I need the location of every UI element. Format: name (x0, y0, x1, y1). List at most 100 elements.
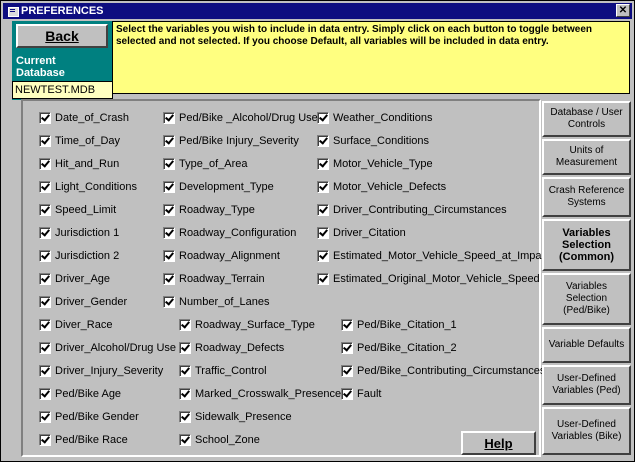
variable-checkbox[interactable]: Sidewalk_Presence (179, 409, 292, 425)
variable-checkbox[interactable]: Driver_Citation (317, 225, 406, 241)
variable-label: Traffic_Control (195, 365, 267, 377)
window-icon (8, 6, 19, 17)
variable-checkbox[interactable]: Surface_Conditions (317, 133, 429, 149)
side-button[interactable]: Variables Selection (Ped/Bike) (542, 273, 631, 325)
checkbox-checked-icon (179, 342, 191, 354)
variable-checkbox[interactable]: Roadway_Configuration (163, 225, 296, 241)
checkbox-checked-icon (39, 365, 51, 377)
variable-checkbox[interactable]: Light_Conditions (39, 179, 137, 195)
variable-checkbox[interactable]: Marked_Crosswalk_Presence (179, 386, 341, 402)
checkbox-checked-icon (179, 388, 191, 400)
checkbox-checked-icon (163, 158, 175, 170)
variable-label: Ped/Bike_Citation_2 (357, 342, 457, 354)
checkbox-checked-icon (163, 227, 175, 239)
checkbox-checked-icon (317, 227, 329, 239)
variable-label: Motor_Vehicle_Defects (333, 181, 447, 193)
variable-checkbox[interactable]: Ped/Bike Age (39, 386, 121, 402)
checkbox-checked-icon (39, 296, 51, 308)
help-button[interactable]: Help (461, 431, 536, 455)
side-button[interactable]: Variable Defaults (542, 327, 631, 363)
variable-label: Driver_Age (55, 273, 111, 285)
variable-checkbox[interactable]: Ped/Bike Gender (39, 409, 139, 425)
variable-label: Fault (357, 388, 382, 400)
side-button[interactable]: Units of Measurement (542, 139, 631, 175)
variable-checkbox[interactable]: Number_of_Lanes (163, 294, 270, 310)
variable-checkbox[interactable]: Estimated_Original_Motor_Vehicle_Speed (317, 271, 540, 287)
checkbox-checked-icon (39, 158, 51, 170)
variable-label: Driver_Gender (55, 296, 128, 308)
variable-checkbox[interactable]: Ped/Bike_Contributing_Circumstances (341, 363, 545, 379)
variable-checkbox[interactable]: Roadway_Alignment (163, 248, 280, 264)
variable-checkbox[interactable]: Roadway_Terrain (163, 271, 265, 287)
checkbox-checked-icon (317, 204, 329, 216)
variable-checkbox[interactable]: Ped/Bike Race (39, 432, 128, 448)
checkbox-checked-icon (179, 434, 191, 446)
checkbox-checked-icon (163, 181, 175, 193)
side-button[interactable]: Crash Reference Systems (542, 177, 631, 217)
variable-label: Driver_Contributing_Circumstances (333, 204, 507, 216)
side-button[interactable]: User-Defined Variables (Ped) (542, 365, 631, 405)
variable-checkbox[interactable]: Motor_Vehicle_Type (317, 156, 433, 172)
checkbox-checked-icon (39, 342, 51, 354)
variable-checkbox[interactable]: Motor_Vehicle_Defects (317, 179, 446, 195)
variable-label: Hit_and_Run (55, 158, 120, 170)
variable-checkbox[interactable]: Fault (341, 386, 381, 402)
back-button[interactable]: Back (16, 24, 108, 48)
variable-checkbox[interactable]: Driver_Alcohol/Drug Use (39, 340, 176, 356)
variable-label: Roadway_Type (179, 204, 255, 216)
variable-checkbox[interactable]: Roadway_Defects (179, 340, 284, 356)
variable-checkbox[interactable]: Estimated_Motor_Vehicle_Speed_at_Impact (317, 248, 550, 264)
variable-checkbox[interactable]: Roadway_Surface_Type (179, 317, 315, 333)
side-button[interactable]: Database / User Controls (542, 101, 631, 137)
variable-label: Sidewalk_Presence (195, 411, 292, 423)
checkbox-checked-icon (39, 273, 51, 285)
checkbox-checked-icon (39, 112, 51, 124)
variable-checkbox[interactable]: Date_of_Crash (39, 110, 129, 126)
variable-label: Surface_Conditions (333, 135, 430, 147)
variable-label: Ped/Bike Injury_Severity (179, 135, 299, 147)
variable-label: Weather_Conditions (333, 112, 433, 124)
variable-checkbox[interactable]: School_Zone (179, 432, 260, 448)
variable-label: Jurisdiction 1 (55, 227, 120, 239)
variable-checkbox[interactable]: Roadway_Type (163, 202, 255, 218)
variable-label: Ped/Bike Gender (55, 411, 139, 423)
checkbox-checked-icon (39, 434, 51, 446)
variable-checkbox[interactable]: Ped/Bike_Citation_2 (341, 340, 457, 356)
variable-checkbox[interactable]: Ped/Bike_Citation_1 (341, 317, 457, 333)
instructions-text: Select the variables you wish to include… (112, 21, 630, 94)
variable-checkbox[interactable]: Driver_Age (39, 271, 110, 287)
variable-label: Estimated_Motor_Vehicle_Speed_at_Impact (333, 250, 551, 262)
checkbox-checked-icon (163, 112, 175, 124)
close-button[interactable]: ✕ (616, 4, 630, 17)
side-button[interactable]: User-Defined Variables (Bike) (542, 407, 631, 455)
variable-checkbox[interactable]: Jurisdiction 1 (39, 225, 119, 241)
side-button[interactable]: Variables Selection (Common) (542, 219, 631, 271)
checkbox-checked-icon (39, 135, 51, 147)
variable-checkbox[interactable]: Ped/Bike _Alcohol/Drug Use (163, 110, 318, 126)
variable-checkbox[interactable]: Diver_Race (39, 317, 112, 333)
variable-label: Roadway_Alignment (179, 250, 280, 262)
variable-checkbox[interactable]: Time_of_Day (39, 133, 120, 149)
variable-checkbox[interactable]: Hit_and_Run (39, 156, 119, 172)
variable-checkbox[interactable]: Type_of_Area (163, 156, 248, 172)
checkbox-checked-icon (39, 388, 51, 400)
variable-checkbox[interactable]: Traffic_Control (179, 363, 267, 379)
checkbox-checked-icon (317, 250, 329, 262)
checkbox-checked-icon (39, 204, 51, 216)
variable-label: Roadway_Terrain (179, 273, 265, 285)
variable-checkbox[interactable]: Jurisdiction 2 (39, 248, 119, 264)
current-database-label: Current Database (16, 55, 65, 79)
variable-checkbox[interactable]: Development_Type (163, 179, 274, 195)
variable-checkbox[interactable]: Driver_Contributing_Circumstances (317, 202, 507, 218)
database-name-field[interactable]: NEWTEST.MDB (12, 81, 113, 99)
variable-checkbox[interactable]: Weather_Conditions (317, 110, 432, 126)
variable-label: Time_of_Day (55, 135, 121, 147)
checkbox-checked-icon (39, 411, 51, 423)
variable-checkbox[interactable]: Speed_Limit (39, 202, 116, 218)
variable-checkbox[interactable]: Ped/Bike Injury_Severity (163, 133, 299, 149)
variable-checkbox[interactable]: Driver_Injury_Severity (39, 363, 163, 379)
database-panel: Back Current Database NEWTEST.MDB (12, 21, 113, 100)
variable-label: Development_Type (179, 181, 274, 193)
checkbox-checked-icon (341, 319, 353, 331)
variable-checkbox[interactable]: Driver_Gender (39, 294, 127, 310)
